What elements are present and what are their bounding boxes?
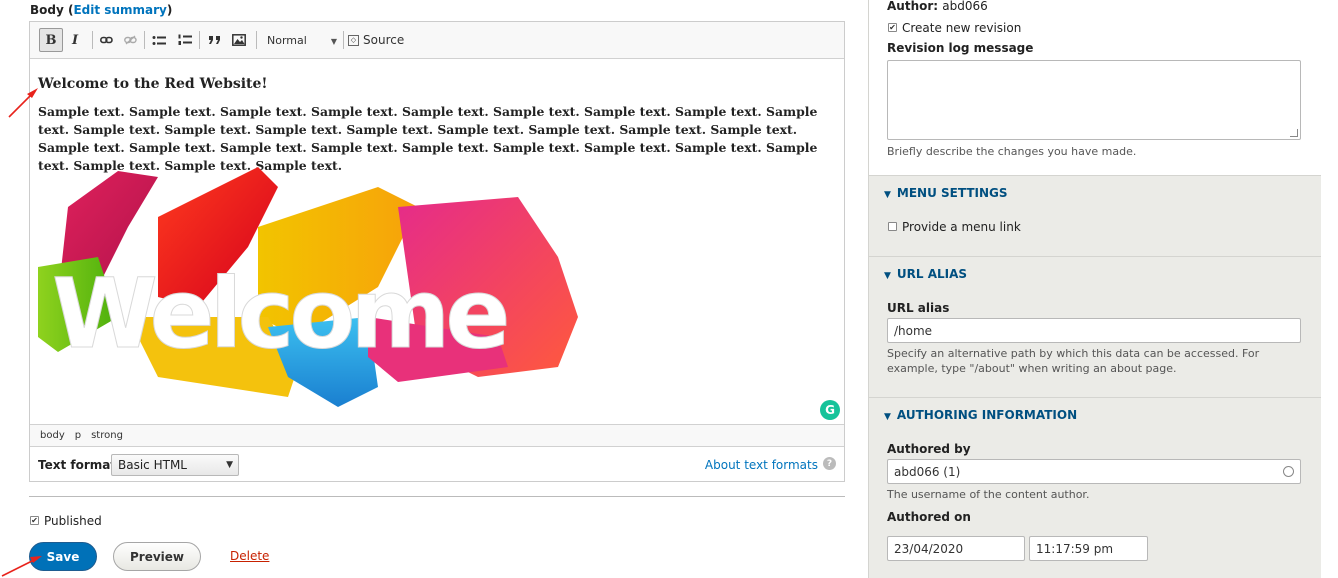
triangle-down-icon: ▼: [884, 190, 891, 200]
toolbar-separator: [256, 31, 257, 49]
node-edit-sidebar: Author: abd066 ✔ Create new revision Rev…: [868, 0, 1321, 578]
url-alias-section: ▼ URL ALIAS URL alias /home Specify an al…: [869, 257, 1321, 398]
toolbar-separator: [92, 31, 93, 49]
resize-handle-icon[interactable]: [1290, 129, 1298, 137]
help-icon[interactable]: ?: [823, 457, 836, 470]
editor-content-area[interactable]: Welcome to the Red Website! Sample text.…: [30, 60, 844, 424]
authored-on-date-value: 23/04/2020: [894, 541, 964, 556]
provide-menu-link-label: Provide a menu link: [902, 220, 1021, 234]
revision-section: Author: abd066 ✔ Create new revision Rev…: [869, 0, 1321, 176]
toolbar-separator: [199, 31, 200, 49]
link-icon[interactable]: [96, 28, 116, 52]
authored-on-date-input[interactable]: 23/04/2020: [887, 536, 1025, 561]
text-format-label: Text format: [38, 458, 117, 472]
menu-settings-toggle[interactable]: ▼ MENU SETTINGS: [884, 186, 1008, 200]
caret-down-icon: ▼: [330, 37, 337, 46]
authored-by-label: Authored by: [887, 442, 971, 456]
divider: [29, 496, 845, 497]
delete-link[interactable]: Delete: [230, 549, 269, 563]
create-revision-label: Create new revision: [902, 21, 1022, 35]
caret-down-icon: ▼: [226, 460, 233, 470]
grammarly-icon[interactable]: G: [820, 400, 840, 420]
url-alias-label: URL alias: [887, 301, 950, 315]
menu-settings-title: MENU SETTINGS: [896, 186, 1008, 200]
authored-by-description: The username of the content author.: [887, 488, 1090, 501]
save-button[interactable]: Save: [29, 542, 97, 571]
paren-close: ): [166, 3, 173, 17]
about-text-formats-link[interactable]: About text formats: [705, 458, 818, 472]
ckeditor: B I Normal ▼ ◇ Source Welcome to the Red…: [29, 21, 845, 482]
toolbar-separator: [144, 31, 145, 49]
authoring-information-section: ▼ AUTHORING INFORMATION Authored by abd06…: [869, 398, 1321, 578]
authored-on-time-input[interactable]: 11:17:59 pm: [1029, 536, 1148, 561]
paragraph-format-dropdown[interactable]: Normal ▼: [263, 28, 341, 52]
text-format-value: Basic HTML: [118, 458, 187, 472]
authored-by-input[interactable]: abd066 (1): [887, 459, 1301, 484]
url-alias-input[interactable]: /home: [887, 318, 1301, 343]
bulleted-list-icon[interactable]: [149, 28, 169, 52]
format-value: Normal: [267, 33, 307, 47]
source-icon: ◇: [348, 34, 359, 46]
italic-button[interactable]: I: [65, 28, 85, 52]
authored-on-label: Authored on: [887, 510, 971, 524]
url-alias-toggle[interactable]: ▼ URL ALIAS: [884, 267, 967, 281]
body-label-text: Body: [30, 3, 64, 17]
authored-on-time-value: 11:17:59 pm: [1036, 541, 1114, 556]
url-alias-description: Specify an alternative path by which thi…: [887, 347, 1260, 375]
toolbar-separator: [343, 31, 344, 49]
triangle-down-icon: ▼: [884, 412, 891, 422]
url-alias-value: /home: [894, 323, 933, 338]
revision-log-label: Revision log message: [887, 41, 1034, 55]
image-icon[interactable]: [229, 28, 249, 52]
authoring-information-title: AUTHORING INFORMATION: [896, 408, 1078, 422]
bold-button[interactable]: B: [39, 28, 63, 52]
triangle-down-icon: ▼: [884, 271, 891, 281]
text-format-select[interactable]: Basic HTML ▼: [111, 454, 239, 476]
numbered-list-icon[interactable]: [175, 28, 195, 52]
path-item[interactable]: strong: [91, 430, 123, 441]
published-checkbox[interactable]: ✔: [30, 516, 39, 525]
content-heading: Welcome to the Red Website!: [38, 76, 268, 92]
editor-toolbar: B I Normal ▼ ◇ Source: [30, 22, 844, 59]
element-path-bar: body p strong: [30, 424, 844, 447]
author-label: Author:: [887, 0, 939, 13]
source-button[interactable]: ◇ Source: [348, 28, 404, 52]
create-revision-checkbox[interactable]: ✔: [888, 23, 897, 32]
path-item[interactable]: body: [40, 430, 65, 441]
author-value: abd066: [942, 0, 988, 13]
unlink-icon[interactable]: [120, 28, 140, 52]
authoring-information-toggle[interactable]: ▼ AUTHORING INFORMATION: [884, 408, 1077, 422]
authored-by-value: abd066 (1): [894, 464, 961, 479]
author-line: Author: abd066: [887, 0, 988, 13]
revision-log-textarea[interactable]: [887, 60, 1301, 140]
blockquote-icon[interactable]: [204, 28, 224, 52]
body-field-label: Body (Edit summary): [30, 3, 172, 17]
content-paragraph: Sample text. Sample text. Sample text. S…: [38, 104, 818, 173]
edit-summary-link[interactable]: Edit summary: [73, 3, 166, 17]
text-format-row: Text format Basic HTML ▼ About text form…: [30, 447, 844, 481]
path-item[interactable]: p: [75, 430, 81, 441]
menu-settings-section: ▼ MENU SETTINGS Provide a menu link: [869, 176, 1321, 257]
provide-menu-link-checkbox[interactable]: [888, 222, 897, 231]
welcome-image-text: Welcome: [52, 258, 506, 370]
published-label: Published: [44, 514, 102, 528]
revision-log-description: Briefly describe the changes you have ma…: [887, 145, 1137, 158]
welcome-image[interactable]: Welcome: [38, 167, 586, 407]
url-alias-title: URL ALIAS: [896, 267, 968, 281]
autocomplete-throbber-icon: [1283, 466, 1294, 477]
source-label: Source: [363, 33, 405, 47]
preview-button[interactable]: Preview: [113, 542, 201, 571]
